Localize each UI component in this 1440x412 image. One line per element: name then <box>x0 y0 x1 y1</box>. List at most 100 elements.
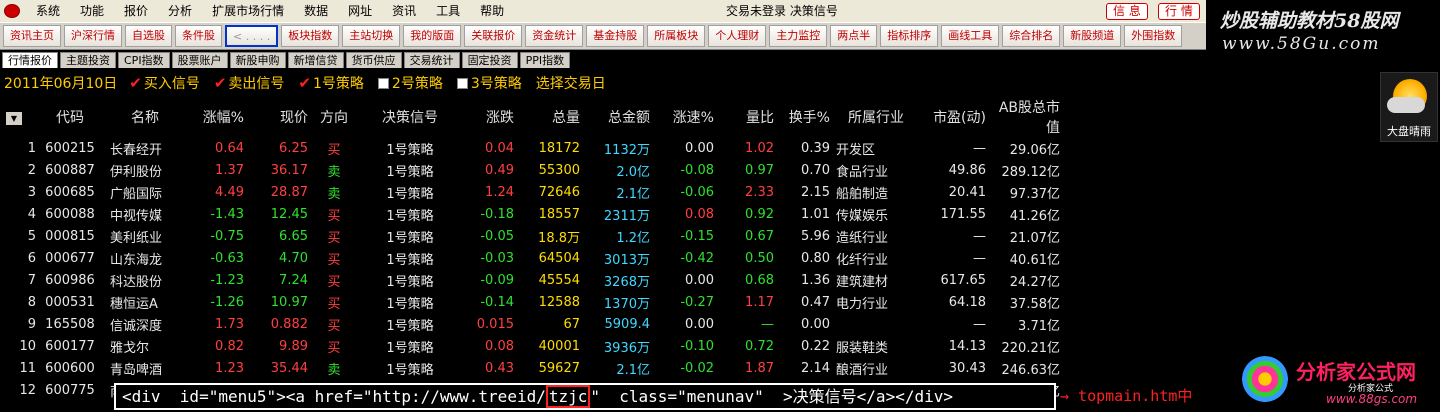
tab-cpi[interactable]: CPI指数 <box>118 52 170 68</box>
row-number: 9 <box>27 316 36 332</box>
sort-toggle[interactable]: ▼ <box>6 97 36 137</box>
table-row[interactable]: 5 000815 美利纸业 -0.75 6.65 买 1号策略 -0.05 18.8万 1.2亿 -… <box>6 225 1060 247</box>
brand-title: 炒股辅助教材58股网 <box>1220 10 1399 32</box>
speed: 0.00 <box>685 316 714 332</box>
quotes-button[interactable]: 行 情 <box>1158 3 1200 20</box>
col-turnover[interactable]: 换手% <box>774 97 830 137</box>
table-row[interactable]: 9 165508 信诚深度 1.73 0.882 买 1号策略 0.015 67 5909.4 0.… <box>6 313 1060 335</box>
volume: 55300 <box>538 162 580 178</box>
toolbar-my-layout[interactable]: 我的版面 <box>403 25 462 47</box>
table-row[interactable]: 2 600887 伊利股份 1.37 36.17 卖 1号策略 0.49 55300 2.0亿 -0… <box>6 159 1060 181</box>
tab-trade-stats[interactable]: 交易统计 <box>403 52 460 68</box>
menu-data[interactable]: 数据 <box>294 0 338 22</box>
speed: -0.06 <box>680 184 714 200</box>
table-row[interactable]: 3 600685 广船国际 4.49 28.87 卖 1号策略 1.24 72646 2.1亿 -0… <box>6 181 1060 203</box>
toolbar-main-monitor[interactable]: 主力监控 <box>769 25 828 47</box>
sell-signal-checkbox[interactable]: ✔ 卖出信号 <box>214 73 285 93</box>
menu-news[interactable]: 资讯 <box>382 0 426 22</box>
menu-system[interactable]: 系统 <box>26 0 70 22</box>
toolbar-fund-stats[interactable]: 资金统计 <box>525 25 584 47</box>
toolbar-watchlist[interactable]: 自选股 <box>125 25 172 47</box>
menu-quote[interactable]: 报价 <box>114 0 158 22</box>
table-row[interactable]: 4 600088 中视传媒 -1.43 12.45 买 1号策略 -0.18 18557 2311… <box>6 203 1060 225</box>
toolbar-sh-sz-quotes[interactable]: 沪深行情 <box>64 25 122 47</box>
turnover: 0.47 <box>801 294 830 310</box>
col-industry[interactable]: 所属行业 <box>830 97 922 137</box>
menu-tools[interactable]: 工具 <box>426 0 470 22</box>
col-amount[interactable]: 总金额 <box>580 97 650 137</box>
menu-websites[interactable]: 网址 <box>338 0 382 22</box>
toolbar-composite-rank[interactable]: 综合排名 <box>1002 25 1061 47</box>
toolbar-owning-sector[interactable]: 所属板块 <box>647 25 706 47</box>
col-volume-ratio[interactable]: 量比 <box>714 97 774 137</box>
price: 12.45 <box>270 206 308 222</box>
table-row[interactable]: 6 000677 山东海龙 -0.63 4.70 买 1号策略 -0.03 64504 3013万… <box>6 247 1060 269</box>
table-row[interactable]: 8 000531 穗恒运A -1.26 10.97 买 1号策略 -0.14 12588 1370… <box>6 291 1060 313</box>
strategy-2-checkbox[interactable]: 2号策略 <box>377 73 443 93</box>
table-row[interactable]: 7 600986 科达股份 -1.23 7.24 买 1号策略 -0.09 45554 3268万… <box>6 269 1060 291</box>
toolbar-personal-finance[interactable]: 个人理财 <box>708 25 767 47</box>
tab-ppi[interactable]: PPI指数 <box>519 52 571 68</box>
toolbar-fund-holdings[interactable]: 基金持股 <box>586 25 645 47</box>
toolbar-indicator-sort[interactable]: 指标排序 <box>880 25 939 47</box>
toolbar-condition-stocks[interactable]: 条件股 <box>175 25 222 47</box>
strategy-3-checkbox[interactable]: 3号策略 <box>456 73 522 93</box>
tab-money-supply[interactable]: 货币供应 <box>345 52 402 68</box>
col-change-pct[interactable]: 涨幅% <box>186 97 244 137</box>
pe-ratio: 171.55 <box>940 206 987 222</box>
col-pe[interactable]: 市盈(动) <box>922 97 986 137</box>
change-pct: 1.73 <box>215 316 244 332</box>
info-button[interactable]: 信 息 <box>1106 3 1148 20</box>
industry: 食品行业 <box>836 164 889 180</box>
tab-new-credit[interactable]: 新增信贷 <box>287 52 344 68</box>
tab-theme-invest[interactable]: 主题投资 <box>60 52 116 68</box>
tab-fixed-invest[interactable]: 固定投资 <box>461 52 518 68</box>
direction-signal: 买 <box>327 318 341 334</box>
col-price[interactable]: 现价 <box>244 97 308 137</box>
toolbar-related-quote[interactable]: 关联报价 <box>464 25 523 47</box>
menu-help[interactable]: 帮助 <box>470 0 514 22</box>
price: 10.97 <box>270 294 308 310</box>
turnover: 1.01 <box>801 206 830 222</box>
buy-signal-checkbox[interactable]: ✔ 买入信号 <box>129 73 200 93</box>
volume: 18172 <box>538 140 580 156</box>
table-row[interactable]: 1 600215 长春经开 0.64 6.25 买 1号策略 0.04 18172 1132万 0.… <box>6 137 1060 159</box>
toolbar-news-home[interactable]: 资讯主页 <box>3 25 61 47</box>
tab-stock-accounts[interactable]: 股票账户 <box>171 52 228 68</box>
toolbar-sector-index[interactable]: 板块指数 <box>281 25 340 47</box>
col-speed[interactable]: 涨速% <box>650 97 714 137</box>
col-market-value[interactable]: AB股总市值 <box>986 97 1060 137</box>
toolbar-selected-button[interactable]: < . . . . <box>225 25 279 47</box>
price: 36.17 <box>270 162 308 178</box>
volume: 18.8万 <box>538 230 580 246</box>
tab-quotes[interactable]: 行情报价 <box>2 52 58 68</box>
direction-signal: 买 <box>327 142 341 158</box>
toolbar-drawing-tools[interactable]: 画线工具 <box>941 25 1000 47</box>
strategy-1-checkbox[interactable]: ✔ 1号策略 <box>298 73 364 93</box>
turnover: 0.22 <box>801 338 830 354</box>
trade-date: 2011年06月10日 <box>4 76 118 92</box>
col-signal[interactable]: 决策信号 <box>360 97 460 137</box>
menu-function[interactable]: 功能 <box>70 0 114 22</box>
price: 9.89 <box>279 338 308 354</box>
col-name[interactable]: 名称 <box>104 97 186 137</box>
toolbar-two-thirty[interactable]: 两点半 <box>830 25 878 47</box>
select-trade-day-link[interactable]: 选择交易日 <box>536 73 606 93</box>
toolbar-ipo-channel[interactable]: 新股频道 <box>1063 25 1122 47</box>
market-weather-widget[interactable]: 大盘晴雨 <box>1380 72 1438 142</box>
table-row[interactable]: 11 600600 青岛啤酒 1.23 35.44 卖 1号策略 0.43 59627 2.1亿 -… <box>6 357 1060 379</box>
tab-ipo-subscription[interactable]: 新股申购 <box>229 52 286 68</box>
menu-extended-market[interactable]: 扩展市场行情 <box>202 0 294 22</box>
toolbar-server-switch[interactable]: 主站切换 <box>342 25 401 47</box>
table-row[interactable]: 10 600177 雅戈尔 0.82 9.89 买 1号策略 0.08 40001 3936万 -0… <box>6 335 1060 357</box>
col-code[interactable]: 代码 <box>36 97 104 137</box>
menu-analysis[interactable]: 分析 <box>158 0 202 22</box>
col-change[interactable]: 涨跌 <box>460 97 514 137</box>
col-volume[interactable]: 总量 <box>514 97 580 137</box>
speed: -0.42 <box>680 250 714 266</box>
col-direction[interactable]: 方向 <box>308 97 360 137</box>
stock-name: 山东海龙 <box>110 252 163 268</box>
toolbar-foreign-index[interactable]: 外围指数 <box>1124 25 1183 47</box>
industry: 船舶制造 <box>836 186 889 202</box>
market-value: 40.61亿 <box>1009 252 1060 268</box>
